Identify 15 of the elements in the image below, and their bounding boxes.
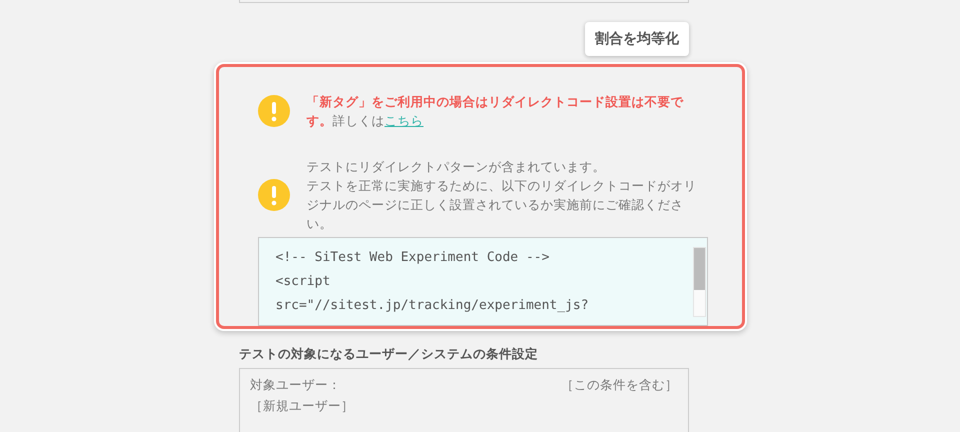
condition-label: 対象ユーザー： [250, 377, 341, 394]
scrollbar[interactable] [692, 247, 706, 317]
notice-text: 「新タグ」をご利用中の場合はリダイレクトコード設置は不要です。詳しくは こちら [306, 93, 684, 130]
code-line: <!-- SiTest Web Experiment Code --> [276, 249, 550, 267]
condition-value: ［新規ユーザー］ [250, 398, 355, 415]
code-line: src="//sitest.jp/tracking/experiment_js? [276, 297, 590, 315]
code-line: <script [276, 273, 332, 291]
equalize-button[interactable]: 割合を均等化 [585, 22, 689, 56]
scrollbar-thumb[interactable] [694, 248, 704, 290]
notice-text: テストにリダイレクトパターンが含まれています。 [306, 158, 606, 176]
section-heading: テストの対象になるユーザー／システムの条件設定 [239, 346, 539, 363]
warning-icon [258, 95, 290, 127]
warning-icon [258, 179, 290, 211]
condition-mode: ［この条件を含む］ [561, 377, 678, 394]
notice-text: テストを正常に実施するために、以下のリダイレクトコードがオリジナルのページに正しく設置されているか実施前にご確認ください。 [306, 177, 698, 233]
